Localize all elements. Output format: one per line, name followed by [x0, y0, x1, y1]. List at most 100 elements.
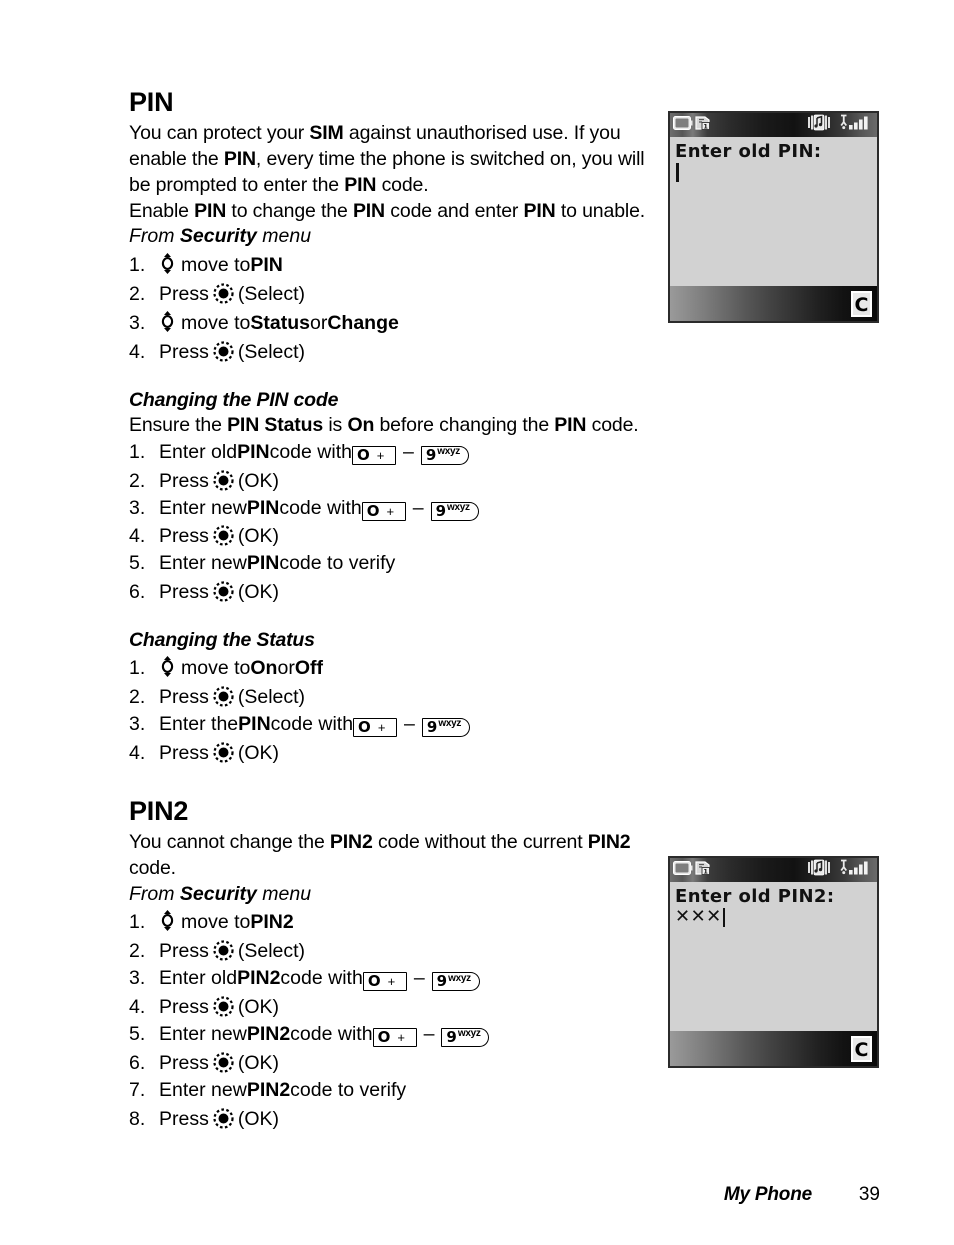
- step-number: 6.: [129, 1051, 146, 1074]
- step-text: move to On or Off: [159, 653, 323, 682]
- list-item: 4. Press (OK): [129, 521, 649, 550]
- pin-from-menu: From Security menu: [129, 224, 649, 250]
- phone-softkey-bar: C: [670, 286, 877, 321]
- key-9-wxyz-icon: 9 wxyz: [420, 445, 469, 465]
- phone-prompt-label: Enter old PIN:: [675, 141, 822, 162]
- network-roaming-1-icon: 1: [694, 859, 712, 881]
- term-pin: PIN: [352, 199, 385, 222]
- text-frag: Press: [159, 525, 209, 548]
- phone-prompt-label: Enter old PIN2:: [675, 886, 835, 907]
- ringtone-vibrate-icon: [807, 859, 831, 881]
- text-frag: (OK): [237, 1051, 280, 1074]
- list-item: 7. Enter new PIN2 code to verify: [129, 1077, 649, 1104]
- updown-rocker-icon: [160, 910, 175, 932]
- term-pin: PIN: [246, 496, 280, 519]
- term-pin: PIN: [344, 173, 377, 196]
- footer-chapter-title: My Phone: [723, 1184, 812, 1205]
- step-number: 3.: [129, 712, 146, 735]
- changing-pin-intro: Ensure the PIN Status is On before chang…: [129, 413, 649, 439]
- pin2-entry-field[interactable]: ✕✕✕: [675, 906, 872, 928]
- menu-item-pin: PIN: [250, 254, 283, 277]
- changing-status-steps-list: 1. move to On or Off 2. Press (Select) 3…: [129, 653, 649, 767]
- step-text: Enter the PIN code with O + – 9 wxyz: [159, 711, 470, 738]
- menu-item-pin2: PIN2: [250, 911, 294, 934]
- text-frag: code without the current: [372, 830, 588, 853]
- text-frag: Press: [159, 940, 209, 963]
- term-pin: PIN: [194, 199, 227, 222]
- clear-softkey-button[interactable]: C: [851, 290, 872, 317]
- page-title-pin2: PIN2: [129, 795, 189, 826]
- step-number: 1.: [129, 911, 146, 934]
- svg-text:1: 1: [703, 122, 708, 130]
- list-item: 4. Press (Select): [129, 337, 649, 366]
- text-frag: code.: [586, 413, 639, 436]
- pin-entry-field[interactable]: [675, 161, 872, 183]
- term-pin: PIN: [523, 199, 556, 222]
- subheading-changing-status: Changing the Status: [129, 629, 315, 652]
- text-frag: (OK): [237, 1107, 280, 1130]
- key-range-dash: –: [402, 440, 414, 463]
- text-frag: (OK): [237, 741, 280, 764]
- step-text: Press (OK): [159, 1048, 279, 1077]
- step-text: move to PIN: [159, 250, 283, 279]
- term-on: On: [347, 413, 375, 436]
- step-number: 6.: [129, 581, 146, 604]
- select-key-icon: [213, 341, 234, 362]
- term-pin: PIN: [223, 147, 256, 170]
- text-frag: From: [129, 225, 180, 248]
- phone-content-area: Enter old PIN2: ✕✕✕: [670, 882, 877, 1031]
- phone-status-bar: 1: [670, 858, 877, 882]
- text-frag: You can protect your: [129, 122, 310, 145]
- menu-name-security: Security: [179, 225, 257, 248]
- text-frag: From: [129, 882, 180, 905]
- list-item: 1. Enter old PIN code with O + – 9 wxyz: [129, 439, 649, 466]
- phone-softkey-bar: C: [670, 1031, 877, 1066]
- step-text: move to PIN2: [159, 907, 294, 936]
- list-item: 1. move to PIN: [129, 250, 649, 279]
- list-item: 2. Press (Select): [129, 936, 649, 965]
- text-frag: (OK): [237, 469, 280, 492]
- clear-softkey-button[interactable]: C: [851, 1035, 872, 1062]
- list-item: 5. Enter new PIN2 code with O + – 9 wxyz: [129, 1021, 649, 1048]
- key-digit: 9: [425, 445, 437, 464]
- text-frag: menu: [256, 225, 312, 248]
- key-digit: O: [377, 1027, 391, 1046]
- pin2-steps-list: 1. move to PIN2 2. Press (Select) 3. Ent…: [129, 907, 649, 1132]
- key-9-wxyz-icon: 9 wxyz: [431, 972, 480, 992]
- key-digit: O: [358, 717, 371, 736]
- step-number: 4.: [129, 741, 146, 764]
- key-range-dash: –: [404, 712, 415, 735]
- text-frag: Enter new: [159, 1022, 247, 1045]
- step-number: 3.: [129, 496, 146, 519]
- text-frag: code with: [270, 712, 354, 735]
- list-item: 2. Press (Select): [129, 682, 649, 711]
- key-sublabel: wxyz: [448, 972, 471, 984]
- text-caret: [676, 162, 679, 182]
- step-text: Press (OK): [159, 466, 279, 495]
- status-bar-right-icons: [807, 859, 874, 881]
- text-frag: or: [309, 312, 328, 335]
- term-pin2: PIN2: [237, 967, 281, 990]
- status-bar-right-icons: [807, 114, 874, 136]
- enter-old-pin-screen: 1 Enter old PIN: C: [668, 111, 879, 323]
- step-text: Enter old PIN code with O + – 9 wxyz: [159, 439, 469, 466]
- list-item: 1. move to On or Off: [129, 653, 649, 682]
- footer-page-number: 39: [858, 1184, 880, 1205]
- term-pin: PIN: [238, 712, 271, 735]
- text-frag: code and enter: [385, 199, 524, 222]
- text-frag: Press: [159, 686, 209, 708]
- key-digit: O: [356, 445, 370, 464]
- key-sublabel: +: [397, 1029, 405, 1045]
- text-frag: Press: [159, 581, 209, 604]
- term-pin: PIN: [237, 440, 270, 463]
- step-number: 2.: [129, 283, 146, 306]
- subheading-changing-pin-code: Changing the PIN code: [129, 388, 339, 411]
- battery-icon: [673, 115, 693, 136]
- key-0-plus-icon: O +: [351, 445, 396, 465]
- page-title-pin: PIN: [129, 87, 174, 117]
- text-frag: code to verify: [290, 1078, 407, 1101]
- step-text: Enter new PIN2 code with O + – 9 wxyz: [159, 1021, 490, 1048]
- phone-status-bar: 1: [670, 113, 877, 137]
